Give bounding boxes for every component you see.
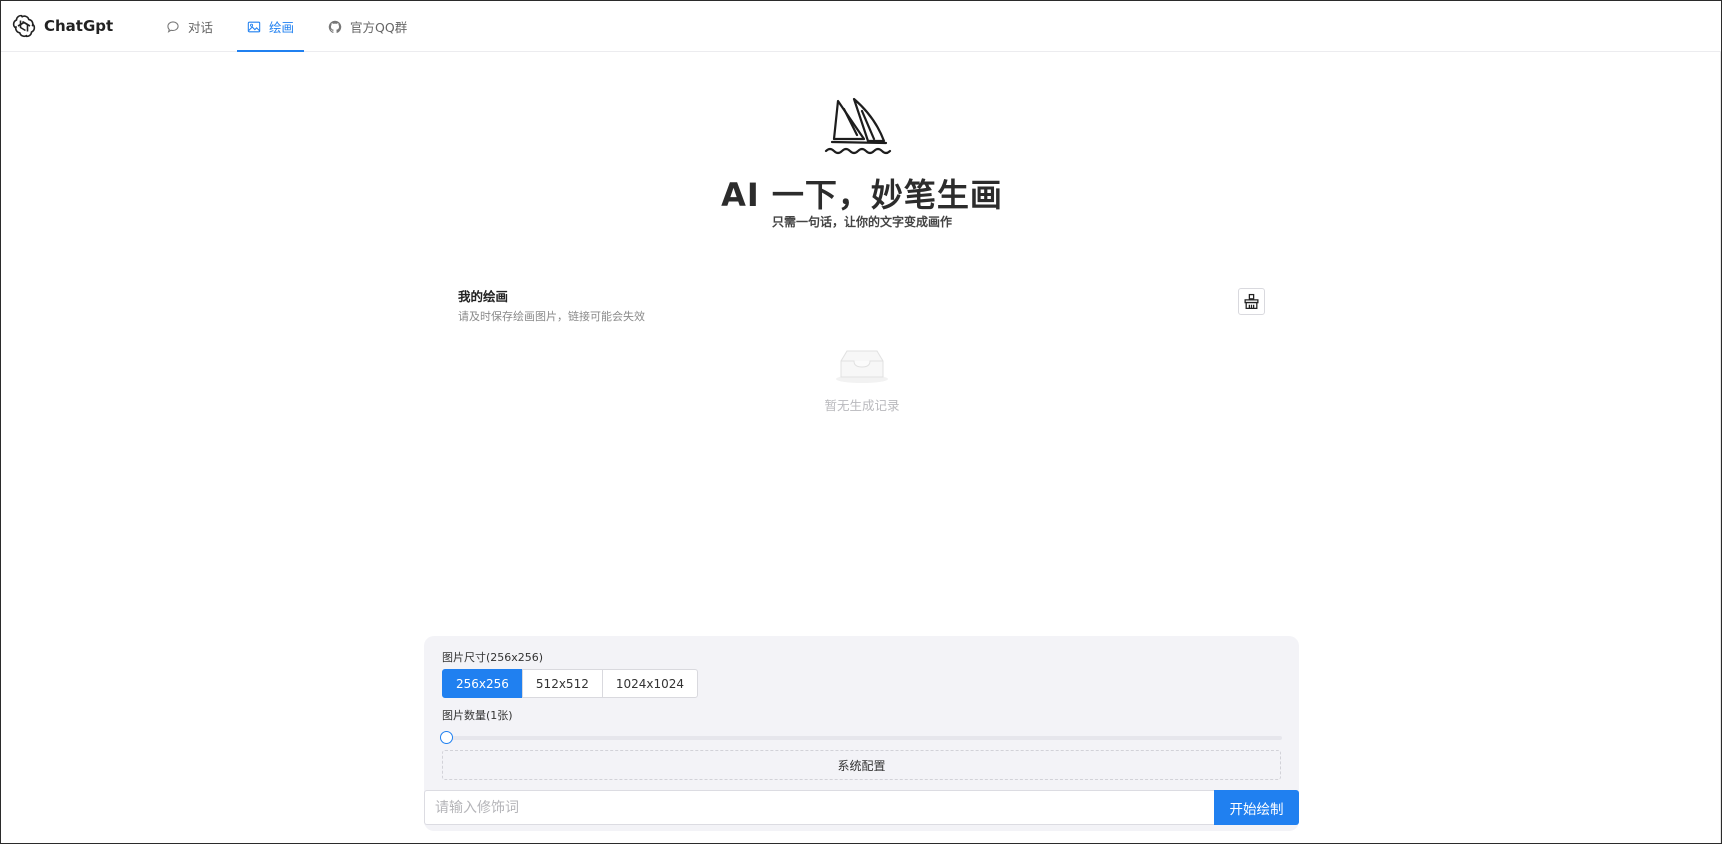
start-drawing-button[interactable]: 开始绘制 (1214, 790, 1299, 825)
nav-tab-draw[interactable]: 绘画 (237, 1, 305, 52)
nav-tab-qq-group-label: 官方QQ群 (350, 20, 408, 35)
size-option-512[interactable]: 512x512 (521, 669, 603, 698)
size-selector: 256x256 512x512 1024x1024 (442, 669, 699, 698)
size-option-256[interactable]: 256x256 (442, 669, 523, 698)
inbox-icon (836, 350, 888, 383)
broom-icon (1244, 293, 1259, 310)
empty-state: 暂无生成记录 (1, 345, 1721, 414)
app-window: ChatGpt 对话 绘画 官方QQ群 AI 一下，妙笔生画 只需一句话，让你的… (0, 0, 1722, 844)
prompt-input[interactable] (424, 790, 1214, 825)
nav-tab-draw-label: 绘画 (269, 20, 295, 35)
sailboat-icon (824, 97, 892, 155)
slider-rail[interactable] (446, 736, 1282, 740)
github-icon (328, 20, 342, 33)
system-config-button[interactable]: 系统配置 (442, 750, 1281, 780)
image-icon (247, 21, 261, 32)
hero-title: AI 一下，妙笔生画 (721, 176, 1003, 214)
nav-tab-chat[interactable]: 对话 (156, 1, 223, 52)
nav-tab-qq-group[interactable]: 官方QQ群 (318, 1, 417, 52)
empty-text: 暂无生成记录 (824, 398, 900, 413)
gallery-header: 我的绘画 请及时保存绘画图片，链接可能会失效 (458, 286, 1265, 324)
hero-subtitle: 只需一句话，让你的文字变成画作 (771, 215, 952, 229)
gallery-title: 我的绘画 (458, 289, 509, 304)
clear-history-button[interactable] (1238, 288, 1265, 315)
count-label: 图片数量(1张) (442, 709, 513, 722)
prompt-bar: 开始绘制 (424, 790, 1299, 825)
size-option-1024[interactable]: 1024x1024 (601, 669, 699, 698)
brand[interactable]: ChatGpt (12, 14, 113, 38)
main-nav: 对话 绘画 官方QQ群 (156, 1, 431, 52)
slider-handle[interactable] (440, 731, 453, 744)
chat-bubble-icon (167, 20, 179, 33)
nav-tab-chat-label: 对话 (188, 20, 214, 35)
brand-name: ChatGpt (44, 17, 114, 35)
size-label: 图片尺寸(256x256) (442, 651, 544, 664)
top-bar: ChatGpt 对话 绘画 官方QQ群 (1, 1, 1721, 52)
openai-logo-icon (12, 14, 36, 38)
count-slider[interactable] (440, 731, 1282, 744)
gallery-description: 请及时保存绘画图片，链接可能会失效 (458, 310, 645, 323)
